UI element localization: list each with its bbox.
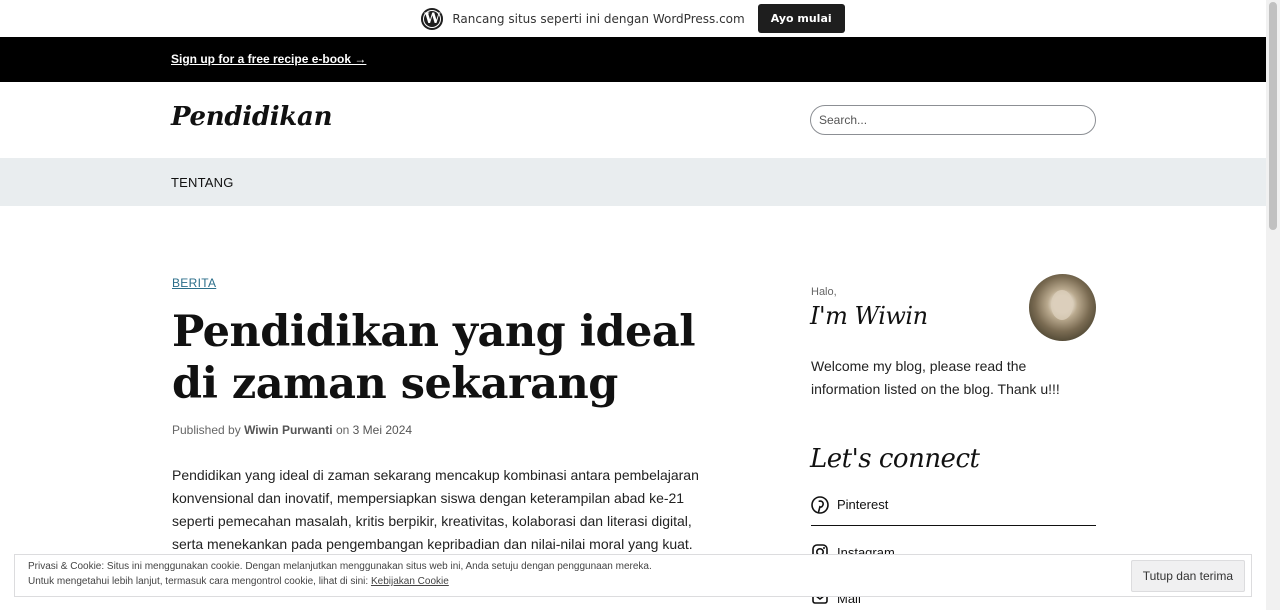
ebook-signup-link[interactable]: Sign up for a free recipe e-book → (171, 52, 366, 66)
post-author-link[interactable]: Wiwin Purwanti (244, 423, 333, 437)
cookie-notice: Privasi & Cookie: Situs ini menggunakan … (14, 554, 1252, 597)
start-button[interactable]: Ayo mulai (757, 4, 845, 33)
post-excerpt: Pendidikan yang ideal di zaman sekarang … (172, 467, 699, 552)
cookie-policy-link[interactable]: Kebijakan Cookie (371, 576, 449, 587)
meta-prefix: Published by (172, 423, 241, 437)
pinterest-icon (811, 495, 829, 514)
meta-on: on (335, 423, 350, 437)
accept-cookie-button[interactable]: Tutup dan terima (1130, 560, 1245, 592)
cookie-text-line1: Privasi & Cookie: Situs ini menggunakan … (28, 561, 652, 572)
connect-heading: Let's connect (810, 444, 980, 474)
post-title[interactable]: Pendidikan yang ideal di zaman sekarang (172, 306, 732, 410)
post-date[interactable]: 3 Mei 2024 (353, 423, 412, 437)
social-link-pinterest[interactable]: Pinterest (811, 484, 1096, 526)
wordpress-promo-bar: W Rancang situs seperti ini dengan WordP… (0, 0, 1266, 37)
cookie-text-prefix: Untuk mengetahui lebih lanjut, termasuk … (28, 576, 369, 587)
search-input[interactable] (810, 105, 1096, 135)
promo-text: Rancang situs seperti ini dengan WordPre… (452, 11, 745, 26)
post-meta: Published by Wiwin Purwanti on 3 Mei 202… (172, 423, 412, 437)
scrollbar[interactable] (1266, 0, 1280, 610)
wordpress-logo-icon[interactable]: W (421, 7, 444, 30)
avatar (1029, 274, 1096, 341)
post-category-link[interactable]: BERITA (172, 276, 216, 290)
welcome-text: Welcome my blog, please read the informa… (811, 358, 1060, 397)
scrollbar-thumb[interactable] (1269, 2, 1277, 230)
social-label: Pinterest (837, 497, 889, 512)
nav-item-tentang[interactable]: TENTANG (171, 175, 234, 190)
cookie-text-line2: Untuk mengetahui lebih lanjut, termasuk … (28, 576, 449, 587)
author-name-heading: I'm Wiwin (810, 302, 928, 330)
main-navigation: TENTANG (0, 158, 1266, 206)
greeting-text: Halo, (811, 286, 837, 298)
site-title[interactable]: Pendidikan (171, 102, 332, 132)
announcement-banner: Sign up for a free recipe e-book → (0, 37, 1266, 82)
